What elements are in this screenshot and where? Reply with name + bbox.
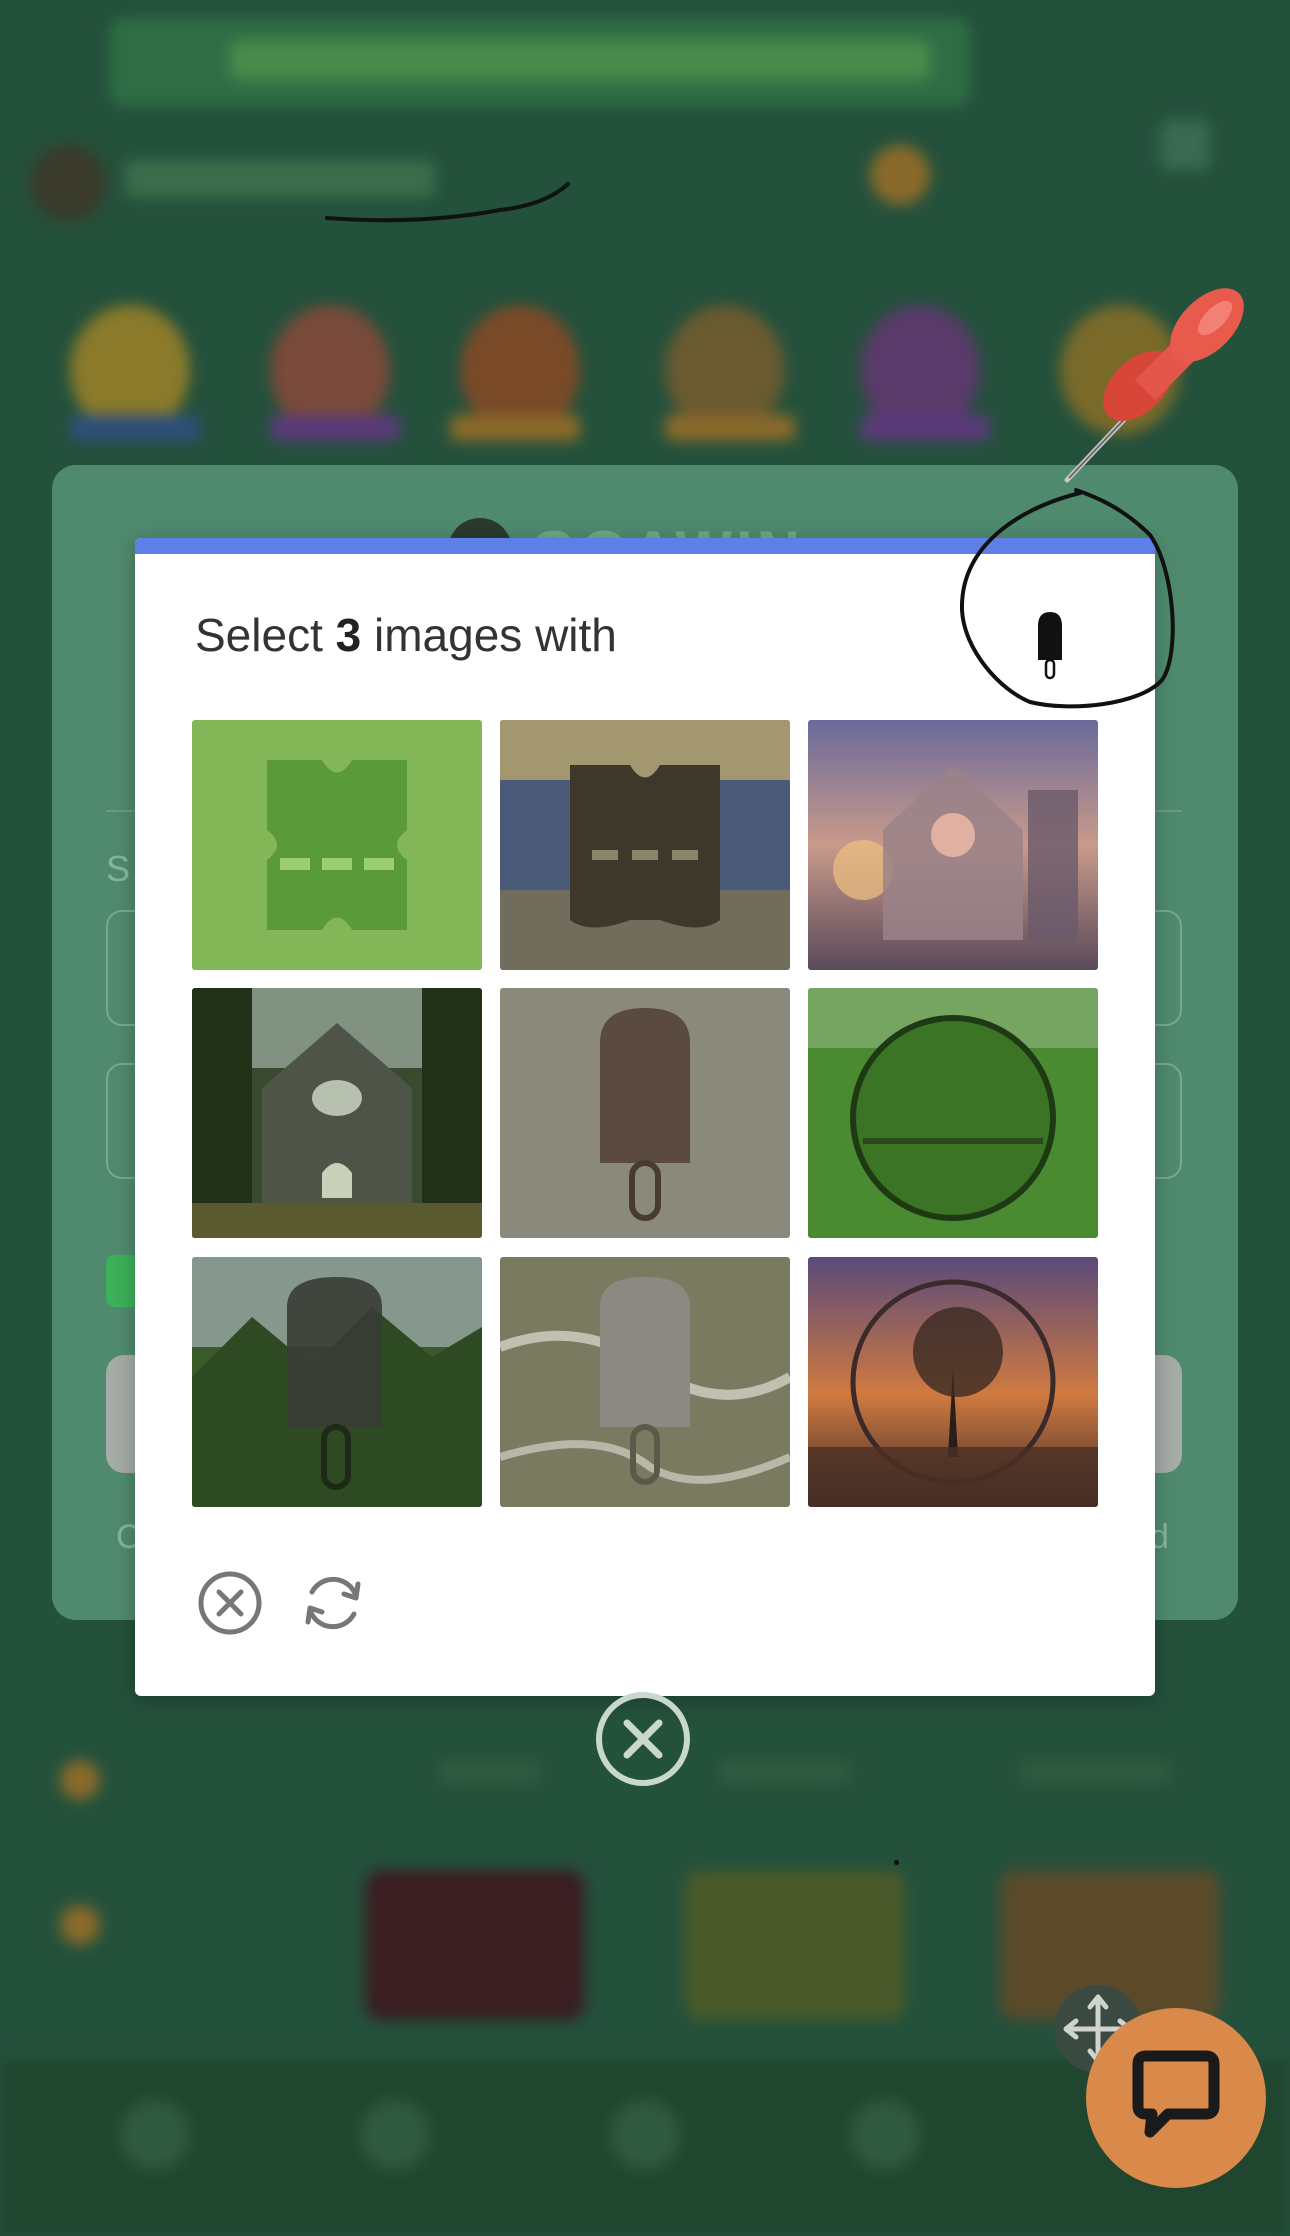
captcha-prompt: Select 3 images with [195, 609, 617, 661]
username [125, 160, 435, 198]
captcha-tile-circle-tree-sunset[interactable] [808, 1257, 1098, 1507]
captcha-dialog: Select 3 images with [135, 538, 1155, 1696]
captcha-image-grid [192, 720, 1098, 1507]
field-label: S [106, 848, 131, 889]
refresh-icon[interactable] [298, 1568, 368, 1638]
pushpin-icon [1055, 280, 1270, 495]
avatar [30, 145, 106, 221]
captcha-tile-church-sunset[interactable] [808, 720, 1098, 970]
chat-bubble-icon[interactable] [1086, 2008, 1266, 2188]
captcha-tile-circle-moss[interactable] [808, 988, 1098, 1238]
captcha-tile-church-jungle[interactable] [192, 988, 482, 1238]
captcha-count: 3 [335, 609, 362, 661]
coin-icon [870, 145, 930, 205]
captcha-tile-popsicle-river[interactable] [500, 1257, 790, 1507]
game-thumb [685, 1870, 905, 2020]
popsicle-icon [1035, 610, 1065, 680]
captcha-tile-popsicle-jungle[interactable] [192, 1257, 482, 1507]
close-circle-icon[interactable] [195, 1568, 265, 1638]
captcha-tile-ticket-grass[interactable] [192, 720, 482, 970]
stray-dot [894, 1860, 899, 1865]
game-thumb [365, 1870, 585, 2020]
promo-banner-text [230, 40, 930, 80]
captcha-progress-bar [135, 538, 1155, 554]
gift-icon [1160, 120, 1210, 170]
captcha-tile-popsicle-mosaic[interactable] [500, 988, 790, 1238]
close-circle-icon[interactable] [593, 1689, 693, 1789]
captcha-tile-ticket-mosaic[interactable] [500, 720, 790, 970]
